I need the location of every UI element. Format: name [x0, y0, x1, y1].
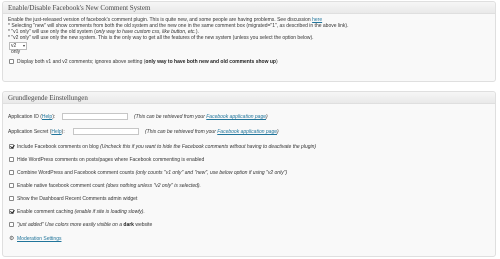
gear-icon: ⚙	[9, 236, 15, 242]
display-both-checkbox[interactable]	[9, 59, 14, 64]
dark-website-label: "just added" Use colors more easily visi…	[17, 222, 153, 228]
combine-counts-checkbox[interactable]	[9, 170, 14, 175]
app-id-help-link[interactable]: Help	[42, 114, 52, 120]
comment-caching-checkbox[interactable]	[9, 209, 14, 214]
app-id-label: Application ID (Help):	[8, 114, 56, 120]
hide-wp-comments-checkbox[interactable]	[9, 157, 14, 162]
app-id-note: (This can be retrieved from your Faceboo…	[134, 114, 268, 120]
dashboard-widget-label: Show the Dashboard Recent Comments admin…	[17, 196, 138, 202]
native-count-label: Enable native facebook comment count (do…	[17, 183, 201, 189]
comment-system-panel: Enable/Disable Facebook's New Comment Sy…	[2, 1, 496, 82]
app-secret-note: (This can be retrieved from your Faceboo…	[145, 129, 279, 135]
native-count-checkbox[interactable]	[9, 183, 14, 188]
panel-title: Enable/Disable Facebook's New Comment Sy…	[3, 2, 495, 14]
panel-title: Grundlegende Einstellungen	[3, 92, 495, 104]
fb-app-page-link[interactable]: Facebook application page	[206, 114, 266, 120]
display-both-label: Display both v1 and v2 comments; ignores…	[17, 59, 278, 65]
dashboard-widget-checkbox[interactable]	[9, 196, 14, 201]
bullet-v2: * "v2 only" will use only the new system…	[8, 35, 314, 41]
moderation-settings-link[interactable]: Moderation Settings	[17, 236, 61, 242]
app-secret-label: Application Secret (Help):	[8, 129, 65, 135]
app-id-input[interactable]	[62, 113, 128, 120]
hide-wp-comments-label: Hide WordPress comments on posts/pages w…	[17, 157, 205, 163]
include-comments-checkbox[interactable]	[9, 144, 14, 149]
fb-app-page-link[interactable]: Facebook application page	[217, 129, 277, 135]
include-comments-label: Include Facebook comments on blog (Unche…	[17, 144, 317, 150]
dark-website-checkbox[interactable]	[9, 222, 14, 227]
comment-version-select[interactable]: v2 only ▾	[9, 42, 27, 55]
comment-caching-label: Enable comment caching (enable if site i…	[17, 209, 145, 215]
combine-counts-label: Combine WordPress and Facebook comment c…	[17, 170, 288, 176]
app-secret-input[interactable]	[73, 128, 139, 135]
basic-settings-panel: Grundlegende Einstellungen Application I…	[2, 91, 496, 257]
chevron-down-icon: ▾	[22, 43, 25, 48]
app-secret-help-link[interactable]: Help	[51, 129, 61, 135]
